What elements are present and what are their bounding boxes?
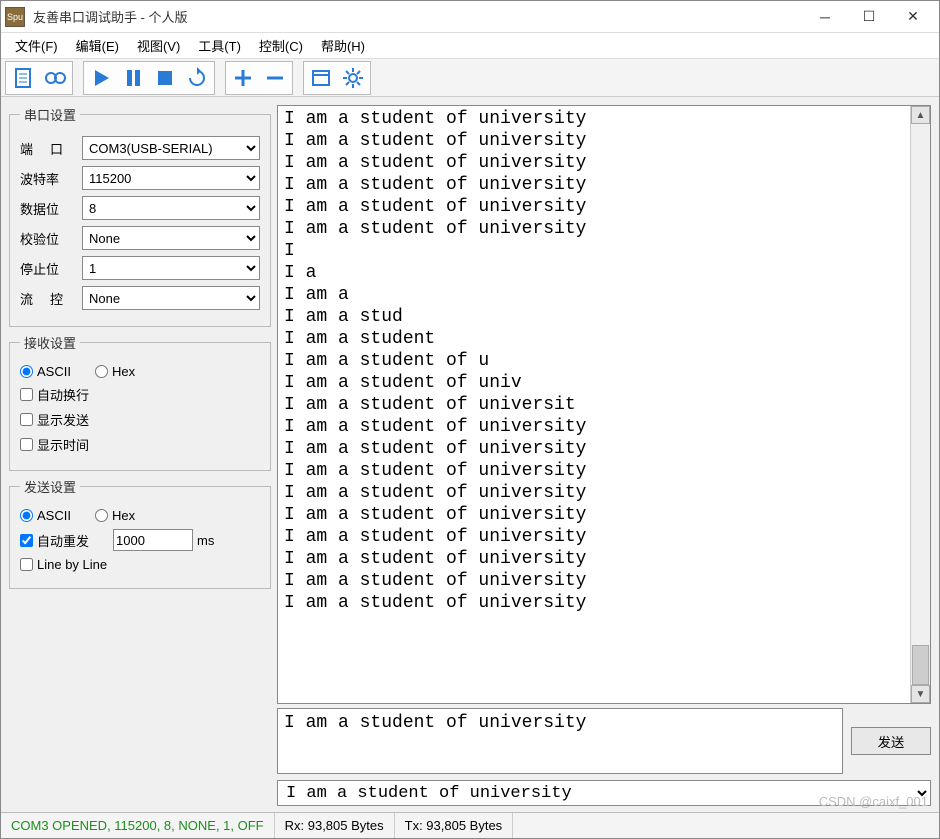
send-input[interactable] — [277, 708, 843, 774]
menu-file[interactable]: 文件(F) — [7, 34, 66, 57]
recv-ascii-radio[interactable]: ASCII — [20, 364, 71, 379]
app-icon: Spu — [5, 7, 25, 27]
autoresend-checkbox[interactable]: 自动重发 — [20, 531, 89, 550]
close-button[interactable]: ✕ — [891, 2, 935, 32]
resend-interval-input[interactable] — [113, 529, 193, 551]
menu-edit[interactable]: 编辑(E) — [68, 34, 127, 57]
maximize-button[interactable]: ☐ — [847, 2, 891, 32]
stopbits-label: 停止位 — [20, 259, 78, 278]
minus-icon[interactable] — [259, 63, 291, 93]
menu-help[interactable]: 帮助(H) — [313, 34, 373, 57]
databits-select[interactable]: 8 — [82, 196, 260, 220]
recv-settings-legend: 接收设置 — [20, 333, 80, 352]
baud-label: 波特率 — [20, 169, 78, 188]
databits-label: 数据位 — [20, 199, 78, 218]
port-label: 端 口 — [20, 139, 78, 158]
serial-settings-group: 串口设置 端 口COM3(USB-SERIAL) 波特率115200 数据位8 … — [9, 105, 271, 327]
title-bar: Spu 友善串口调试助手 - 个人版 ─ ☐ ✕ — [1, 1, 939, 33]
flow-label: 流 控 — [20, 289, 78, 308]
parity-label: 校验位 — [20, 229, 78, 248]
linebyline-checkbox[interactable]: Line by Line — [20, 557, 107, 572]
minimize-button[interactable]: ─ — [803, 2, 847, 32]
send-history-select[interactable]: I am a student of university — [277, 780, 931, 806]
interval-unit: ms — [197, 533, 214, 548]
stopbits-select[interactable]: 1 — [82, 256, 260, 280]
serial-settings-legend: 串口设置 — [20, 105, 80, 124]
receive-text[interactable]: I am a student of university I am a stud… — [278, 106, 910, 703]
status-connection: COM3 OPENED, 115200, 8, NONE, 1, OFF — [1, 813, 275, 838]
menu-view[interactable]: 视图(V) — [129, 34, 188, 57]
receive-area: I am a student of university I am a stud… — [277, 105, 931, 704]
parity-select[interactable]: None — [82, 226, 260, 250]
menu-control[interactable]: 控制(C) — [251, 34, 311, 57]
flow-select[interactable]: None — [82, 286, 260, 310]
new-file-icon[interactable] — [7, 63, 39, 93]
rx-scrollbar[interactable]: ▲ ▼ — [910, 106, 930, 703]
showtime-checkbox[interactable]: 显示时间 — [20, 435, 89, 454]
send-settings-group: 发送设置 ASCII Hex 自动重发 ms Line by Line — [9, 477, 271, 589]
refresh-icon[interactable] — [181, 63, 213, 93]
autowrap-checkbox[interactable]: 自动换行 — [20, 385, 89, 404]
plus-icon[interactable] — [227, 63, 259, 93]
send-settings-legend: 发送设置 — [20, 477, 80, 496]
showsend-checkbox[interactable]: 显示发送 — [20, 410, 89, 429]
send-button[interactable]: 发送 — [851, 727, 931, 755]
status-bar: COM3 OPENED, 115200, 8, NONE, 1, OFF Rx:… — [1, 812, 939, 838]
menu-tools[interactable]: 工具(T) — [190, 34, 249, 57]
port-select[interactable]: COM3(USB-SERIAL) — [82, 136, 260, 160]
window-icon[interactable] — [305, 63, 337, 93]
send-hex-radio[interactable]: Hex — [95, 508, 135, 523]
status-rx: Rx: 93,805 Bytes — [275, 813, 395, 838]
stop-icon[interactable] — [149, 63, 181, 93]
play-icon[interactable] — [85, 63, 117, 93]
status-tx: Tx: 93,805 Bytes — [395, 813, 514, 838]
pause-icon[interactable] — [117, 63, 149, 93]
scroll-down-icon[interactable]: ▼ — [911, 685, 930, 703]
scroll-thumb[interactable] — [912, 645, 929, 685]
recv-hex-radio[interactable]: Hex — [95, 364, 135, 379]
toolbar — [1, 59, 939, 97]
scroll-up-icon[interactable]: ▲ — [911, 106, 930, 124]
send-ascii-radio[interactable]: ASCII — [20, 508, 71, 523]
menu-bar: 文件(F) 编辑(E) 视图(V) 工具(T) 控制(C) 帮助(H) — [1, 33, 939, 59]
window-title: 友善串口调试助手 - 个人版 — [33, 7, 803, 26]
recv-settings-group: 接收设置 ASCII Hex 自动换行 显示发送 显示时间 — [9, 333, 271, 471]
baud-select[interactable]: 115200 — [82, 166, 260, 190]
record-icon[interactable] — [39, 63, 71, 93]
gear-icon[interactable] — [337, 63, 369, 93]
